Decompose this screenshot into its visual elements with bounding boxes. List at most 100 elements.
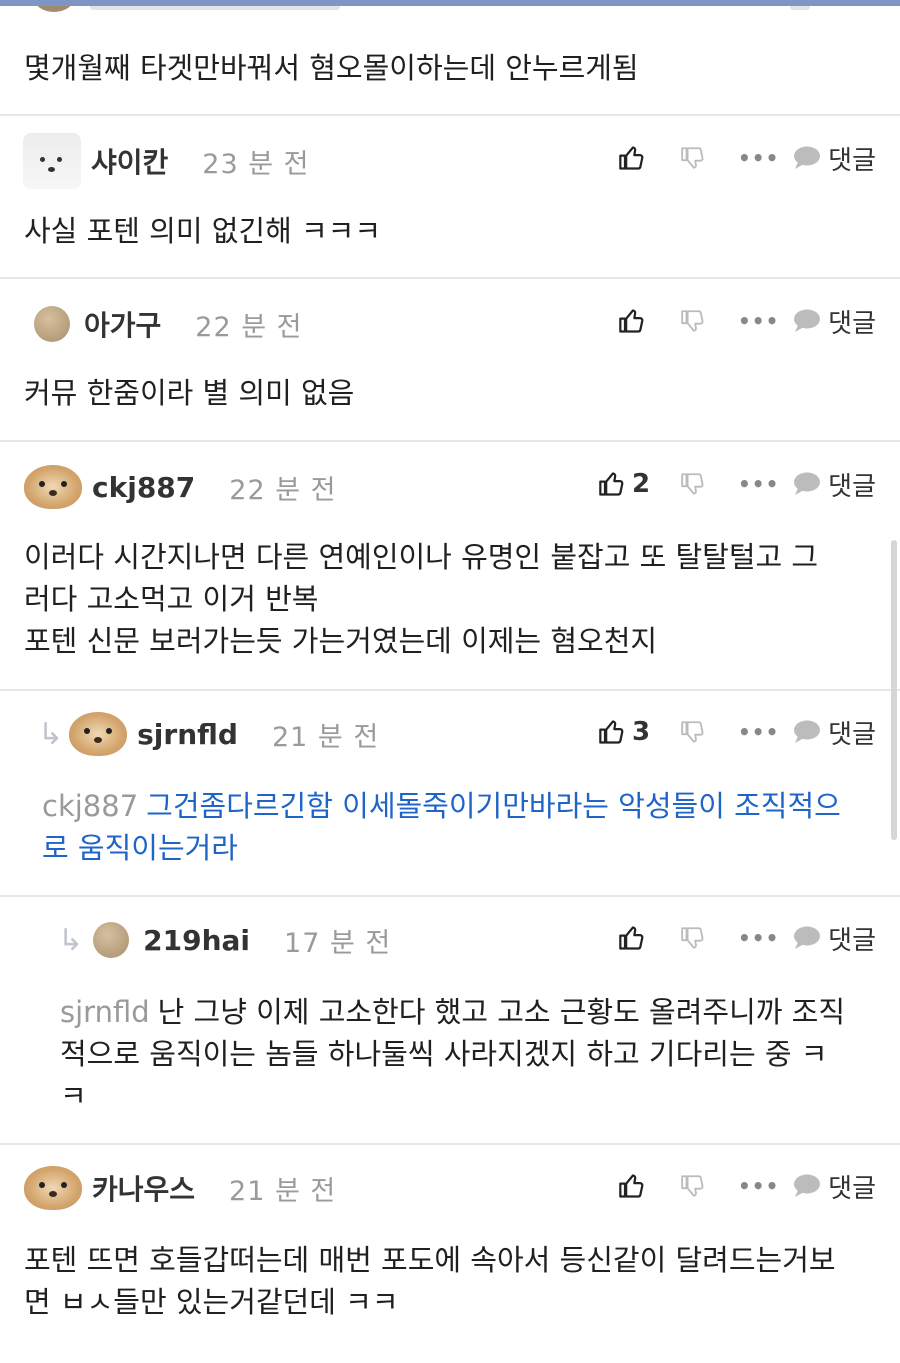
comment-item: 카나우스 21 분 전 ••• 댓글 포텐 뜨면 호들갑떠는데 매번 포도에 속… xyxy=(0,1145,900,1363)
reply-button[interactable]: 댓글 xyxy=(790,714,876,751)
comment-text: 포텐 뜨면 호들갑떠는데 매번 포도에 속아서 등신같이 달려드는거보 면 ㅂㅅ… xyxy=(24,1239,884,1323)
more-button[interactable]: ••• xyxy=(738,309,790,333)
avatar[interactable] xyxy=(93,922,130,958)
thumbs-up-icon xyxy=(599,720,624,744)
comment-line: 적으로 움직이는 놈들 하나둘씩 사라지겠지 하고 기다리는 중 ㅋ xyxy=(60,1037,828,1071)
like-button[interactable]: 2 xyxy=(598,469,680,499)
timestamp: 22 분 전 xyxy=(229,474,337,506)
dislike-button[interactable] xyxy=(680,718,738,746)
reply-arrow-icon: ↳ xyxy=(38,716,64,752)
reply-mention[interactable]: sjrnfld xyxy=(60,995,150,1029)
comment-text: sjrnfld 난 그냥 이제 고소한다 했고 고소 근황도 올려주니까 조직 적… xyxy=(60,991,880,1117)
comment-header: ckj887 22 분 전 xyxy=(24,462,336,512)
timestamp: 22 분 전 xyxy=(195,311,303,343)
comment-actions: 3 ••• 댓글 xyxy=(598,707,876,757)
comment-item: ↳ 219hai 17 분 전 ••• 댓글 sjrnfld 난 그냥 이제 고소… xyxy=(0,897,900,1145)
speech-bubble-icon xyxy=(794,146,821,169)
comment-line: 이러다 시간지나면 다른 연예인이나 유명인 붙잡고 또 탈탈털고 그 xyxy=(24,540,819,574)
thumbs-up-icon xyxy=(619,926,644,950)
more-button[interactable]: ••• xyxy=(738,472,790,496)
avatar[interactable] xyxy=(24,1166,82,1210)
speech-bubble-icon xyxy=(794,472,821,495)
more-button[interactable]: ••• xyxy=(738,926,790,950)
more-dots-icon: ••• xyxy=(738,146,780,170)
reply-button[interactable]: 댓글 xyxy=(790,140,876,177)
dislike-button[interactable] xyxy=(680,307,738,335)
speech-bubble-icon xyxy=(794,309,821,332)
dislike-button[interactable] xyxy=(680,1172,738,1200)
reply-label: 댓글 xyxy=(828,925,876,956)
comment-actions: ••• 댓글 xyxy=(618,296,876,346)
speech-bubble-icon xyxy=(794,926,821,949)
more-button[interactable]: ••• xyxy=(738,146,790,170)
comment-text: 사실 포텐 의미 없긴해 ㅋㅋㅋ xyxy=(24,214,382,248)
scrollbar[interactable] xyxy=(891,540,897,840)
reply-arrow-icon: ↳ xyxy=(58,922,84,958)
like-button[interactable] xyxy=(618,924,680,952)
like-count: 2 xyxy=(632,469,651,499)
username[interactable]: 샤이칸 xyxy=(91,141,168,181)
comment-header: 카나우스 21 분 전 xyxy=(24,1163,336,1213)
comment-line: ㅋ xyxy=(60,1079,87,1113)
dislike-button[interactable] xyxy=(680,924,738,952)
thumbs-down-icon xyxy=(681,1175,704,1197)
reply-label: 댓글 xyxy=(828,719,876,750)
comment-text: ckj887 그건좀다르긴함 이세돌죽이기만바라는 악성들이 조직적으 로 움직이… xyxy=(42,785,882,869)
username[interactable]: 219hai xyxy=(143,924,250,957)
reply-button[interactable]: 댓글 xyxy=(790,1168,876,1205)
dislike-button[interactable] xyxy=(680,470,738,498)
thumbs-down-icon xyxy=(681,721,704,743)
comment-item: 샤이칸 23 분 전 ••• 댓글 사실 포텐 의미 없긴해 ㅋㅋㅋ xyxy=(0,116,900,279)
reply-label: 댓글 xyxy=(828,471,876,502)
comment-item: ↳ sjrnfld 21 분 전 3 ••• 댓글 ckj887 그건좀다르긴함 … xyxy=(0,691,900,897)
more-dots-icon: ••• xyxy=(738,720,780,744)
thumbs-down-icon xyxy=(681,310,704,332)
reply-button[interactable]: 댓글 xyxy=(790,920,876,957)
more-dots-icon: ••• xyxy=(738,472,780,496)
reply-label: 댓글 xyxy=(828,308,876,339)
thumbs-up-icon xyxy=(619,1174,644,1198)
avatar[interactable] xyxy=(34,306,70,342)
username[interactable]: 카나우스 xyxy=(92,1168,195,1208)
reply-button[interactable]: 댓글 xyxy=(790,303,876,340)
like-button[interactable] xyxy=(618,144,680,172)
comment-line: 포텐 신문 보러가는듯 가는거였는데 이제는 혐오천지 xyxy=(24,624,658,658)
speech-bubble-icon xyxy=(794,720,821,743)
comment-line: 러다 고소먹고 이거 반복 xyxy=(24,582,319,616)
comment-item: 몇개월째 타겟만바꿔서 혐오몰이하는데 안누르게됨 xyxy=(0,0,900,116)
avatar[interactable] xyxy=(23,133,81,189)
more-dots-icon: ••• xyxy=(738,926,780,950)
more-button[interactable]: ••• xyxy=(738,1174,790,1198)
comment-line: 면 ㅂㅅ들만 있는거같던데 ㅋㅋ xyxy=(24,1285,399,1319)
timestamp: 23 분 전 xyxy=(202,148,310,180)
comment-header: 샤이칸 23 분 전 xyxy=(23,133,310,189)
username[interactable]: sjrnfld xyxy=(137,718,238,751)
timestamp: 17 분 전 xyxy=(284,927,392,959)
comment-header: ↳ 219hai 17 분 전 xyxy=(58,915,391,965)
comment-text: 커뮤 한줌이라 별 의미 없음 xyxy=(24,376,355,410)
comment-item: ckj887 22 분 전 2 ••• 댓글 이러다 시간지나면 다른 연예인이… xyxy=(0,442,900,691)
comment-actions: 2 ••• 댓글 xyxy=(598,459,876,509)
more-dots-icon: ••• xyxy=(738,1174,780,1198)
thumbs-up-icon xyxy=(619,309,644,333)
avatar[interactable] xyxy=(24,465,82,509)
comment-text: 몇개월째 타겟만바꿔서 혐오몰이하는데 안누르게됨 xyxy=(24,51,639,85)
like-button[interactable] xyxy=(618,1172,680,1200)
reply-mention[interactable]: ckj887 xyxy=(42,789,138,823)
reply-button[interactable]: 댓글 xyxy=(790,466,876,503)
thumbs-down-icon xyxy=(681,927,704,949)
like-button[interactable] xyxy=(618,307,680,335)
comment-text: 이러다 시간지나면 다른 연예인이나 유명인 붙잡고 또 탈탈털고 그 러다 고… xyxy=(24,536,874,662)
username[interactable]: ckj887 xyxy=(92,471,195,504)
comment-item: 아가구 22 분 전 ••• 댓글 커뮤 한줌이라 별 의미 없음 xyxy=(0,279,900,442)
thumbs-down-icon xyxy=(681,473,704,495)
like-button[interactable]: 3 xyxy=(598,717,680,747)
comment-header: 아가구 22 분 전 xyxy=(30,299,302,349)
more-button[interactable]: ••• xyxy=(738,720,790,744)
thumbs-up-icon xyxy=(599,472,624,496)
thumbs-down-icon xyxy=(681,147,704,169)
username[interactable]: 아가구 xyxy=(84,304,161,344)
comment-header: ↳ sjrnfld 21 분 전 xyxy=(38,709,379,759)
dislike-button[interactable] xyxy=(680,144,738,172)
avatar[interactable] xyxy=(69,712,128,756)
